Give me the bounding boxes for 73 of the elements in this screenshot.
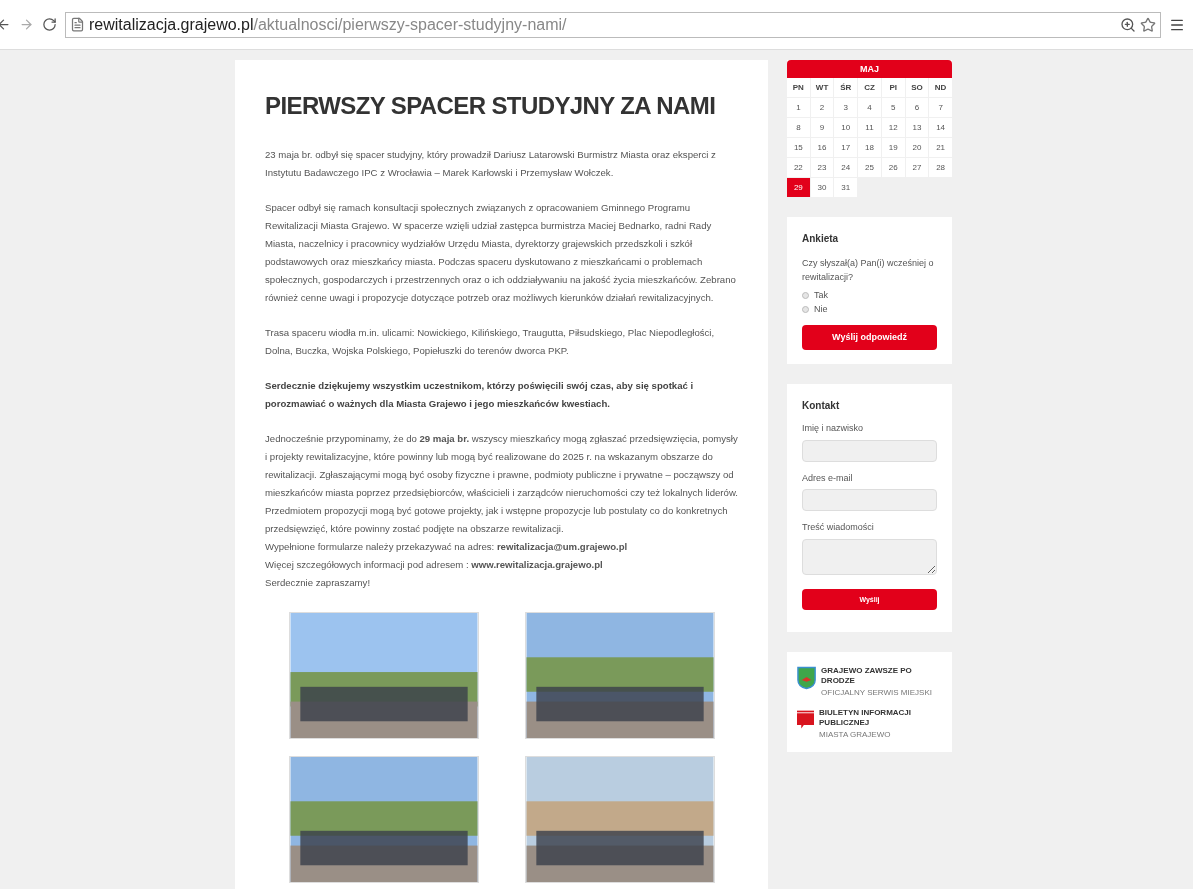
article-paragraph: Serdecznie dziękujemy wszystkim uczestnikom, którzy poświęcili swój czas, aby się spotkać i porozmawiać o ważnych dla Miasta Grajewo i jego mieszkańców kwestiach. (265, 379, 695, 411)
link-subtitle: MIASTA GRAJEWO (819, 730, 892, 741)
calendar-day[interactable]: 7 (929, 98, 952, 117)
calendar-day[interactable]: 26 (881, 158, 905, 177)
calendar-day[interactable]: 12 (881, 118, 905, 137)
input-field[interactable] (802, 439, 937, 462)
calendar-day[interactable]: 13 (905, 118, 929, 137)
calendar-day[interactable]: 9 (810, 118, 834, 137)
weekday-label: SO (905, 78, 929, 97)
article-paragraph: Wypełnione formularze należy przekazywać na adres: rewitalizacja@um.grajewo.pl (265, 540, 629, 554)
calendar-day[interactable]: 8 (787, 118, 810, 137)
calendar-day[interactable]: 6 (905, 98, 929, 117)
calendar-month: MAJ (787, 60, 952, 78)
weekday-label: PI (881, 78, 905, 97)
calendar-day[interactable]: 30 (810, 178, 834, 197)
calendar-day[interactable]: 5 (881, 98, 905, 117)
calendar-day[interactable]: 15 (787, 138, 810, 157)
url-text: rewitalizacja.grajewo.pl/aktualnosci/pierwszy-spacer-studyjny-nami/ (89, 14, 567, 35)
calendar-day[interactable]: 23 (810, 158, 834, 177)
field-label: Treść wiadomości (802, 521, 875, 534)
calendar-day[interactable]: 31 (834, 178, 858, 197)
article-paragraph: Trasa spaceru wiodła m.in. ulicami: Nowickiego, Kilińskiego, Traugutta, Piłsudskiego, Plac Niepodległości, Dolna, Buczka, Wojska Polskiego, Popiełuszki do terenów dworca PKP. (265, 326, 716, 358)
calendar-day[interactable]: 18 (858, 138, 881, 157)
calendar-day[interactable]: 28 (929, 158, 952, 177)
calendar-day[interactable]: 16 (810, 138, 834, 157)
field-label: Imię i nazwisko (802, 422, 865, 435)
link-title[interactable]: BIULETYN INFORMACJI PUBLICZNEJ (819, 708, 942, 729)
calendar-day[interactable]: 10 (834, 118, 858, 137)
article-paragraph: Spacer odbył się ramach konsultacji społecznych związanych z opracowaniem Gminnego Programu Rewitalizacji Miasta Grajewo. W spacerze wzięli udział zastępca burmistrza Maciej Bednarko, radni Rady Miasta, naczelnicy i pracownicy wydziałów Urzędu Miasta, dyrektorzy grajewskich przedszkoli i szkół podstawowych oraz mieszkańcy miasta. Podczas spaceru dyskutowano z mieszkańcami o problemach społecznych, gospodarczych i przestrzennych oraz o ich oddziaływaniu na jakość życia mieszkańców. Zebrano również cenne uwagi i propozycje dotyczące potrzeb oraz możliwych kierunków działań rewitalizacyjnych. (265, 201, 737, 305)
poll-title: Ankieta (802, 232, 840, 246)
article-paragraph: Jednocześnie przypominamy, że do 29 maja br. wszyscy mieszkańcy mogą zgłaszać przedsięwzięcia, pomysły i projekty rewitalizacyjne, które powinny lub mogą być realizowane do 2025 r. na wskazanym obszarze do rewitalizacji. Zgłaszającymi mogą być osoby fizyczne i prawne, podmioty publiczne i prywatne – począwszy od mieszkańców miasta poprzez przedsiębiorców, właścicieli i zarządców nieruchomości czy też lokalnych liderów. Przedmiotem propozycji mogą być gotowe projekty, jak i wstępne propozycje lub postulaty co do konkretnych przedsięwzięć, które powinny zostać podjęte na obszarze rewitalizacji. (265, 432, 738, 536)
calendar-day[interactable]: 25 (858, 158, 881, 177)
message-field[interactable] (802, 538, 937, 575)
calendar-day[interactable]: 27 (905, 158, 929, 177)
weekday-label: PN (787, 78, 810, 97)
article-title: PIERWSZY SPACER STUDYJNY ZA NAMI (265, 91, 717, 121)
weekday-label: ND (929, 78, 952, 97)
article-paragraph: 23 maja br. odbył się spacer studyjny, który prowadził Dariusz Latarowski Burmistrz Miasta oraz eksperci z Instytutu Badawczego IPC z Wrocławia – Marek Karłowski i Przemysław Wołczek. (265, 148, 717, 180)
calendar-day[interactable]: 19 (881, 138, 905, 157)
calendar-day[interactable]: 11 (858, 118, 881, 137)
page-icon (70, 17, 85, 32)
radio-option[interactable]: Nie (802, 302, 937, 316)
bookmark-star-icon[interactable] (1140, 16, 1156, 33)
calendar-day[interactable]: 21 (929, 138, 952, 157)
contact-title: Kontakt (802, 399, 841, 413)
link-subtitle: OFICJALNY SERWIS MIEJSKI (821, 688, 933, 699)
address-bar[interactable]: rewitalizacja.grajewo.pl/aktualnosci/pierwszy-spacer-studyjny-nami/ (65, 11, 1161, 38)
calendar-day[interactable]: 1 (787, 98, 810, 117)
article-paragraph: Więcej szczegółowych informacji pod adresem : www.rewitalizacja.grajewo.pl (265, 558, 604, 572)
calendar-day[interactable]: 24 (834, 158, 858, 177)
article-paragraph: Serdecznie zapraszamy! (265, 576, 372, 590)
calendar-day[interactable]: 17 (834, 138, 858, 157)
poll-question: Czy słyszał(a) Pan(i) wcześniej o rewitalizacji? (802, 257, 935, 284)
field-label: Adres e-mail (802, 471, 854, 485)
poll-submit-button[interactable]: Wyślij odpowiedź (802, 325, 937, 350)
calendar-day[interactable]: 20 (905, 138, 929, 157)
calendar-day[interactable]: 2 (810, 98, 834, 117)
calendar-day[interactable]: 4 (858, 98, 881, 117)
calendar-day[interactable]: 14 (929, 118, 952, 137)
radio-option[interactable]: Tak (802, 288, 937, 302)
back-icon[interactable] (0, 17, 11, 32)
weekday-label: CZ (858, 78, 881, 97)
calendar-day[interactable]: 3 (834, 98, 858, 117)
weekday-label: ŚR (834, 78, 858, 97)
zoom-icon[interactable] (1120, 16, 1136, 33)
weekday-label: WT (810, 78, 834, 97)
calendar-day[interactable]: 29 (787, 178, 810, 197)
input-field[interactable] (802, 489, 937, 511)
reload-icon[interactable] (42, 17, 57, 32)
crest-icon (797, 666, 817, 691)
forward-icon[interactable] (19, 17, 34, 32)
calendar-day[interactable]: 22 (787, 158, 810, 177)
link-title[interactable]: GRAJEWO ZAWSZE PO DRODZE (821, 666, 942, 687)
